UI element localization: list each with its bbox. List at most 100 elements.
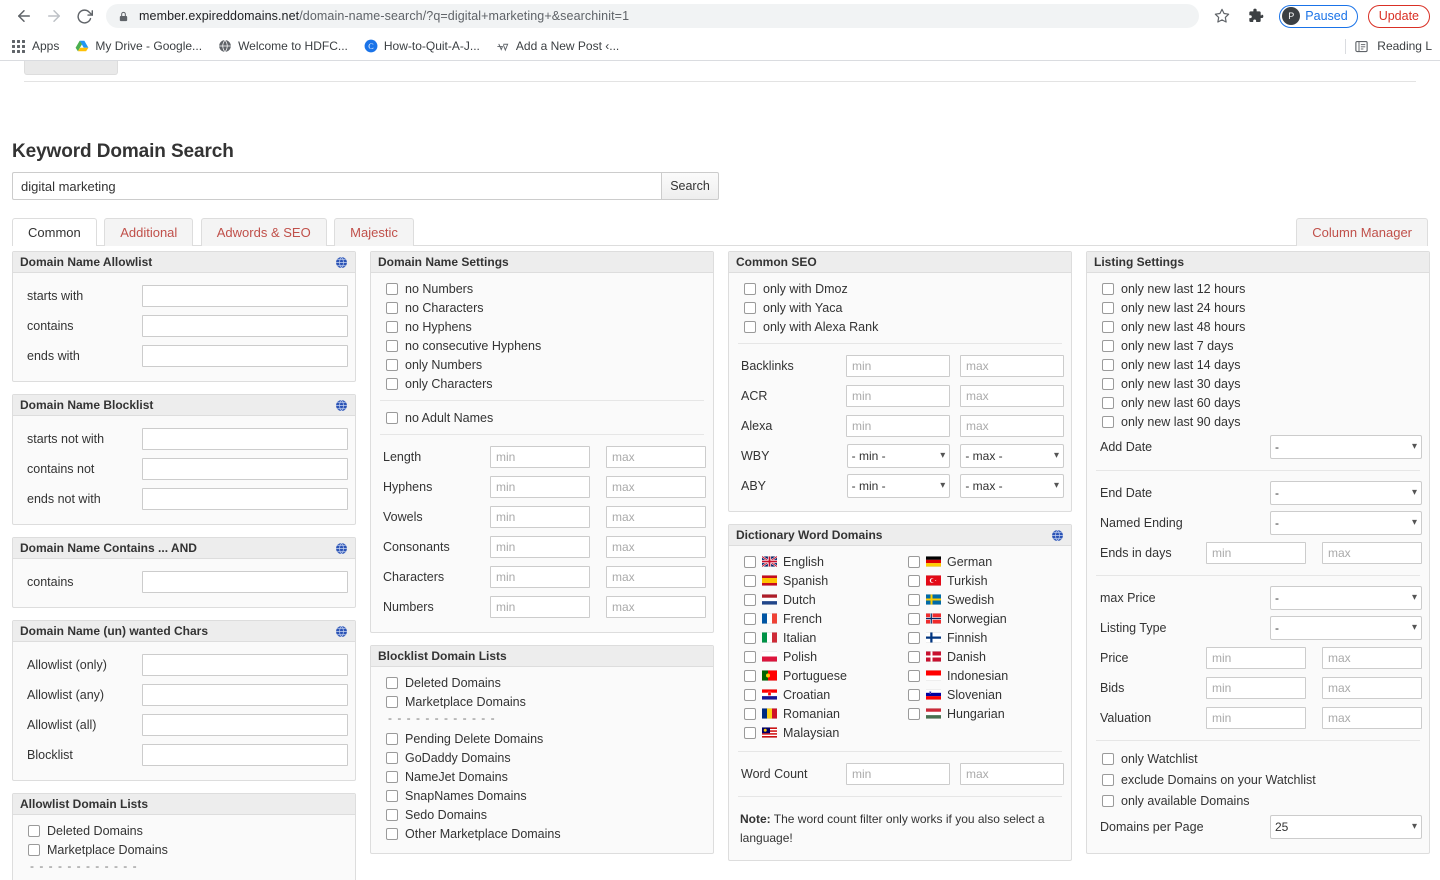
wby-min-select[interactable]: - min - ▾: [846, 444, 951, 468]
listing-type-select[interactable]: - ▾: [1270, 616, 1422, 640]
checkbox[interactable]: [1102, 752, 1114, 765]
checkbox[interactable]: [908, 650, 920, 663]
checkbox[interactable]: [386, 282, 398, 295]
checkbox[interactable]: [744, 631, 756, 644]
checkbox[interactable]: [744, 650, 756, 663]
wby-max-select[interactable]: - max - ▾: [960, 444, 1065, 468]
consonants-max-input[interactable]: [606, 536, 706, 558]
checkbox[interactable]: [908, 612, 920, 625]
price-min-input[interactable]: [1206, 647, 1306, 669]
checkbox[interactable]: [386, 320, 398, 333]
add-date-select[interactable]: - ▾: [1270, 435, 1422, 459]
checkbox[interactable]: [1102, 415, 1114, 428]
domains-per-page-select[interactable]: 25 ▾: [1270, 815, 1422, 839]
reload-icon[interactable]: [70, 2, 98, 30]
checkbox[interactable]: [908, 669, 920, 682]
acr-max-input[interactable]: [960, 385, 1064, 407]
vowels-min-input[interactable]: [490, 506, 590, 528]
bookmark-item[interactable]: C How-to-Quit-A-J...: [356, 37, 488, 55]
info-globe-icon[interactable]: [335, 542, 348, 555]
contains-not-input[interactable]: [142, 458, 348, 480]
length-min-input[interactable]: [490, 446, 590, 468]
checkbox[interactable]: [744, 726, 756, 739]
word-count-min-input[interactable]: [846, 763, 950, 785]
checkbox[interactable]: [1102, 358, 1114, 371]
checkbox[interactable]: [744, 282, 756, 295]
checkbox[interactable]: [386, 732, 398, 745]
bookmark-item[interactable]: Welcome to HDFC...: [210, 37, 356, 55]
contains-input[interactable]: [142, 315, 348, 337]
checkbox[interactable]: [386, 411, 398, 424]
starts-not-with-input[interactable]: [142, 428, 348, 450]
checkbox[interactable]: [1102, 396, 1114, 409]
checkbox[interactable]: [1102, 794, 1114, 807]
checkbox[interactable]: [744, 320, 756, 333]
checkbox[interactable]: [386, 770, 398, 783]
info-globe-icon[interactable]: [335, 256, 348, 269]
checkbox[interactable]: [386, 808, 398, 821]
star-icon[interactable]: [1209, 3, 1235, 29]
tab-majestic[interactable]: Majestic: [334, 218, 414, 246]
checkbox[interactable]: [28, 824, 40, 837]
ends-in-days-max-input[interactable]: [1322, 542, 1422, 564]
bids-min-input[interactable]: [1206, 677, 1306, 699]
numbers-min-input[interactable]: [490, 596, 590, 618]
info-globe-icon[interactable]: [1051, 529, 1064, 542]
checkbox[interactable]: [908, 574, 920, 587]
max-price-select[interactable]: - ▾: [1270, 586, 1422, 610]
info-globe-icon[interactable]: [335, 399, 348, 412]
profile-paused-pill[interactable]: P Paused: [1279, 4, 1358, 28]
checkbox[interactable]: [908, 555, 920, 568]
checkbox[interactable]: [386, 358, 398, 371]
checkbox[interactable]: [908, 688, 920, 701]
checkbox[interactable]: [744, 301, 756, 314]
chars-allowlist-only-input[interactable]: [142, 654, 348, 676]
ends-with-input[interactable]: [142, 345, 348, 367]
partial-tab-above[interactable]: [24, 61, 118, 75]
characters-min-input[interactable]: [490, 566, 590, 588]
checkbox[interactable]: [386, 695, 398, 708]
checkbox[interactable]: [1102, 320, 1114, 333]
checkbox[interactable]: [1102, 377, 1114, 390]
forward-arrow-icon[interactable]: [40, 2, 68, 30]
valuation-max-input[interactable]: [1322, 707, 1422, 729]
checkbox[interactable]: [744, 555, 756, 568]
checkbox[interactable]: [28, 843, 40, 856]
ends-not-with-input[interactable]: [142, 488, 348, 510]
checkbox[interactable]: [744, 612, 756, 625]
consonants-min-input[interactable]: [490, 536, 590, 558]
info-globe-icon[interactable]: [335, 625, 348, 638]
starts-with-input[interactable]: [142, 285, 348, 307]
chars-allowlist-all-input[interactable]: [142, 714, 348, 736]
checkbox[interactable]: [1102, 773, 1114, 786]
contains-and-input[interactable]: [142, 571, 348, 593]
address-bar[interactable]: member.expireddomains.net/domain-name-se…: [106, 4, 1200, 28]
checkbox[interactable]: [1102, 301, 1114, 314]
reading-list-label[interactable]: Reading L: [1377, 39, 1432, 53]
checkbox[interactable]: [744, 593, 756, 606]
tab-column-manager[interactable]: Column Manager: [1296, 218, 1428, 246]
aby-min-select[interactable]: - min - ▾: [846, 474, 951, 498]
checkbox[interactable]: [1102, 282, 1114, 295]
checkbox[interactable]: [386, 827, 398, 840]
checkbox[interactable]: [386, 301, 398, 314]
backlinks-max-input[interactable]: [960, 355, 1064, 377]
tab-additional[interactable]: Additional: [104, 218, 194, 246]
apps-shortcut[interactable]: Apps: [10, 37, 67, 55]
checkbox[interactable]: [908, 707, 920, 720]
search-input[interactable]: [12, 172, 661, 200]
tab-adwords-seo[interactable]: Adwords & SEO: [200, 218, 327, 246]
named-ending-select[interactable]: - ▾: [1270, 511, 1422, 535]
chars-blocklist-input[interactable]: [142, 744, 348, 766]
tab-common[interactable]: Common: [12, 218, 97, 247]
checkbox[interactable]: [908, 593, 920, 606]
checkbox[interactable]: [386, 339, 398, 352]
reading-list-icon[interactable]: [1354, 39, 1369, 54]
checkbox[interactable]: [744, 707, 756, 720]
checkbox[interactable]: [744, 574, 756, 587]
checkbox[interactable]: [908, 631, 920, 644]
aby-max-select[interactable]: - max - ▾: [960, 474, 1065, 498]
length-max-input[interactable]: [606, 446, 706, 468]
checkbox[interactable]: [386, 751, 398, 764]
back-arrow-icon[interactable]: [10, 2, 38, 30]
